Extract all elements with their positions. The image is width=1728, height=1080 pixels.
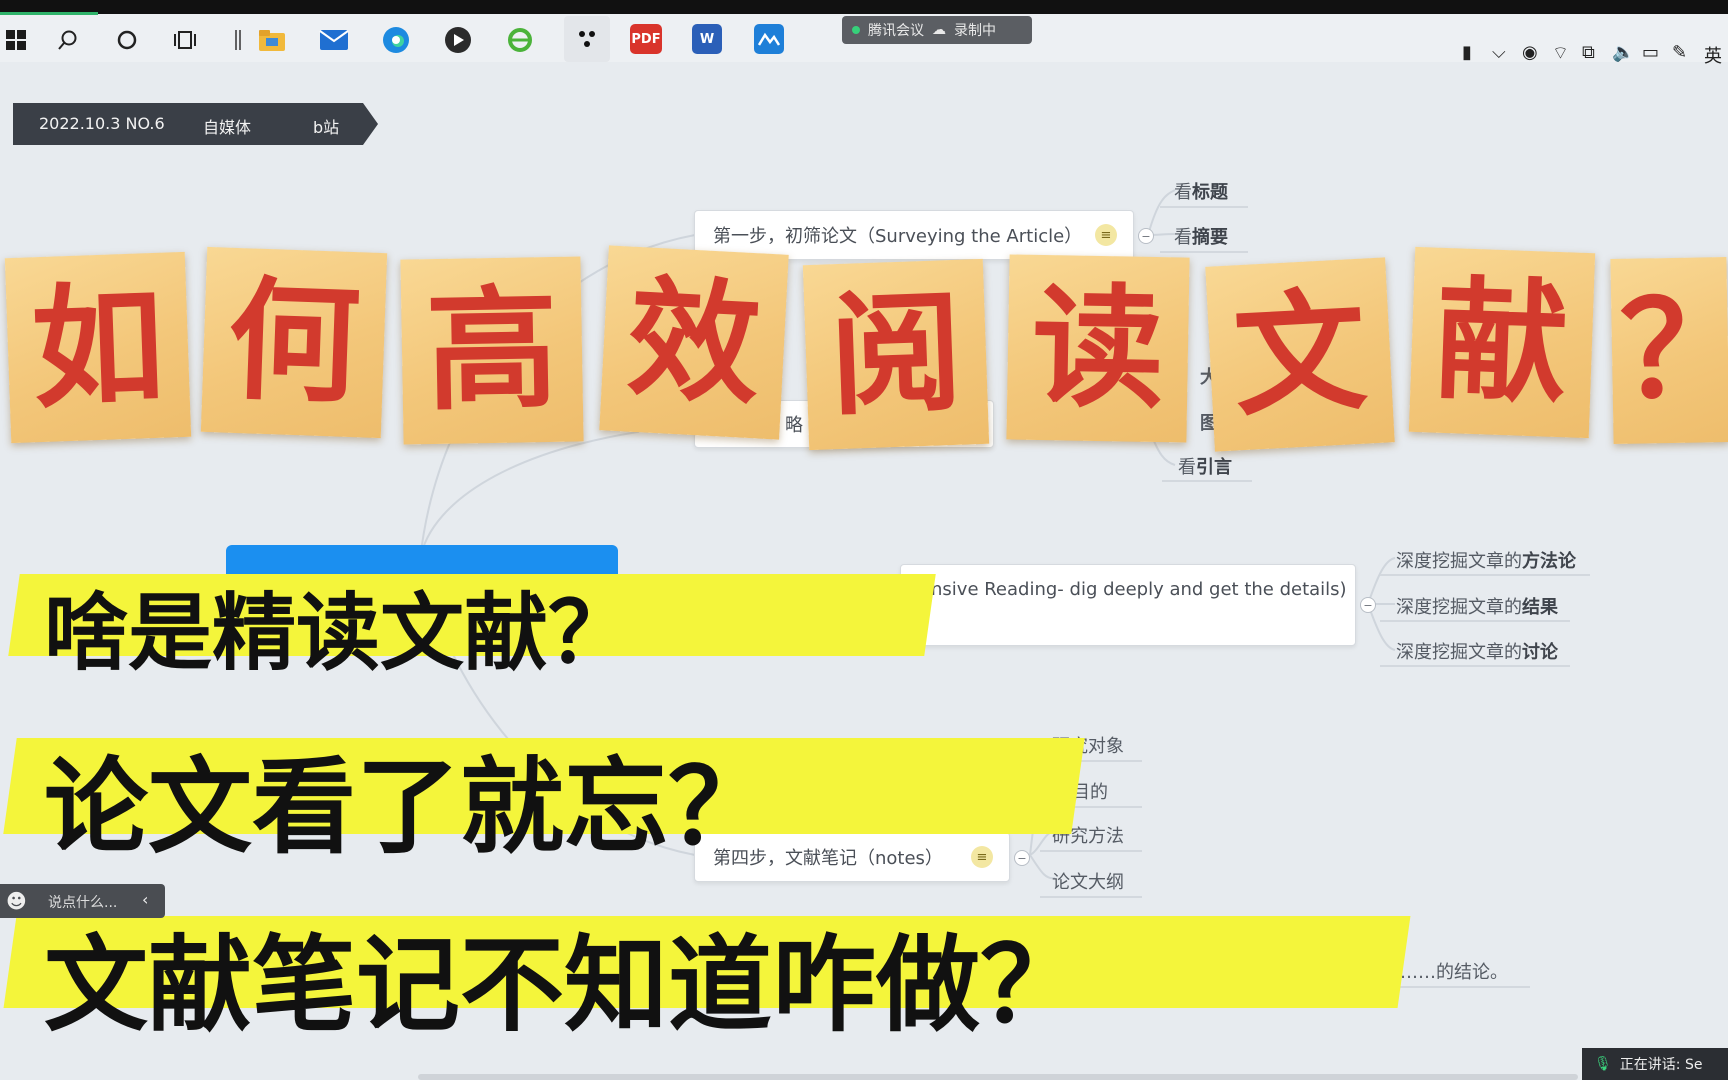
chevron-left-icon[interactable]: ‹ [142, 890, 148, 909]
horizontal-scrollbar[interactable] [418, 1074, 1578, 1080]
leaf-outline[interactable]: 论文大纲 [1052, 868, 1124, 894]
question-2: 论文看了就忘？ [44, 746, 773, 868]
leaf-discussion[interactable]: 深度挖掘文章的讨论 [1396, 638, 1558, 664]
title-tile-8: 献 [1408, 246, 1596, 439]
leaf-methodology[interactable]: 深度挖掘文章的方法论 [1396, 547, 1576, 573]
title-tile-4: 效 [599, 245, 789, 440]
leaf-underline [1040, 850, 1142, 852]
leaf-abstract[interactable]: 看摘要 [1174, 223, 1228, 249]
leaf-underline [1160, 206, 1248, 208]
leaf-title[interactable]: 看标题 [1174, 178, 1228, 204]
emoji-icon[interactable]: ☻ [6, 889, 27, 913]
leaf-underline [1380, 986, 1530, 988]
title-tile-1: 如 [4, 251, 192, 444]
note-icon[interactable]: ≡ [971, 846, 993, 868]
leaf-underline [1380, 620, 1570, 622]
collapse-toggle-icon[interactable]: − [1014, 850, 1030, 866]
leaf-conclusion[interactable]: ……的结论。 [1400, 958, 1508, 984]
title-tile-9: ？ [1610, 257, 1728, 444]
leaf-underline [1160, 251, 1248, 253]
question-3: 文献笔记不知道咋做？ [44, 924, 1085, 1046]
title-tile-7: 文 [1205, 257, 1395, 452]
speaking-indicator: 🎙 正在讲话: Se [1582, 1048, 1728, 1080]
collapse-toggle-icon[interactable]: − [1138, 228, 1154, 244]
question-1: 啥是精读文献？ [44, 584, 633, 682]
collapse-toggle-icon[interactable]: − [1360, 597, 1376, 613]
note-icon[interactable]: ≡ [1095, 224, 1117, 246]
mindmap-node-step3[interactable]: nsive Reading- dig deeply and get the de… [900, 564, 1356, 646]
title-tile-2: 何 [200, 246, 388, 439]
microphone-icon: 🎙 [1594, 1056, 1612, 1072]
leaf-results[interactable]: 深度挖掘文章的结果 [1396, 593, 1558, 619]
leaf-underline [1040, 896, 1142, 898]
title-tile-6: 读 [1006, 254, 1190, 443]
leaf-underline [1380, 574, 1590, 576]
leaf-introduction[interactable]: 看引言 [1178, 453, 1232, 479]
step3-label: nsive Reading- dig deeply and get the de… [931, 579, 1347, 600]
danmaku-input-bar[interactable]: ☻ 说点什么... ‹ [0, 884, 165, 918]
danmaku-placeholder[interactable]: 说点什么... [48, 892, 117, 912]
speaking-label: 正在讲话: Se [1619, 1057, 1703, 1073]
leaf-underline [1380, 665, 1570, 667]
step1-label: 第一步，初筛论文（Surveying the Article） [713, 226, 1083, 247]
title-tile-3: 高 [400, 256, 584, 445]
leaf-underline [1162, 480, 1252, 482]
title-tile-5: 阅 [802, 258, 990, 451]
